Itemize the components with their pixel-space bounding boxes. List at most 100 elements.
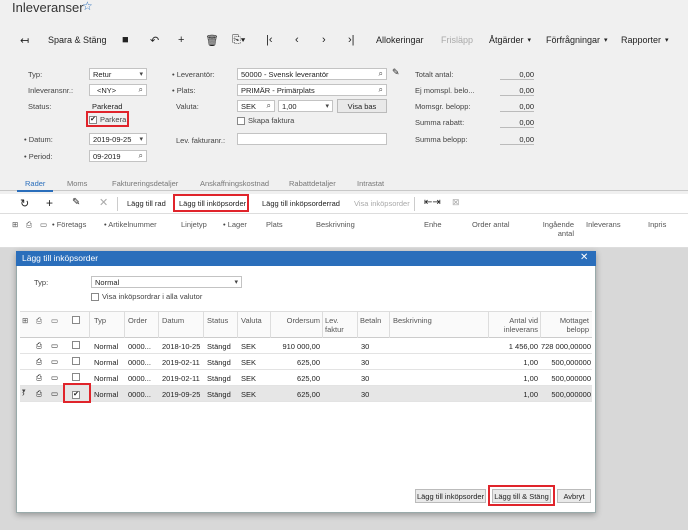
table-row[interactable]: › ⎙ ▭ ✔ Normal 0000... 2019-09-25 Stängd…: [20, 386, 592, 402]
col-description[interactable]: Beskrivning: [316, 220, 355, 229]
fit-columns-icon[interactable]: ⇤⇥: [424, 197, 441, 208]
allocations-button[interactable]: Allokeringar: [376, 30, 424, 50]
show-all-currencies-checkbox[interactable]: Visa inköpsordrar i alla valutor: [91, 292, 202, 301]
view-po-button[interactable]: Visa inköpsorder: [354, 199, 410, 208]
tab-vat[interactable]: Moms: [67, 179, 87, 188]
dcol-order[interactable]: Order: [128, 316, 147, 325]
export-excel-icon[interactable]: ⊠: [452, 197, 460, 208]
note-icon: ▭: [51, 341, 59, 350]
currency-field[interactable]: SEK ⌕: [237, 100, 275, 112]
attachment-icon: ⎙: [26, 220, 32, 229]
row-checkbox[interactable]: [72, 341, 80, 351]
total-qty-label: Totalt antal:: [415, 70, 454, 79]
cancel-button[interactable]: Avbryt: [557, 489, 591, 503]
first-record-icon[interactable]: |‹: [266, 30, 273, 50]
period-field[interactable]: 09-2019 ⌕: [89, 150, 147, 162]
search-icon[interactable]: ⌕: [139, 85, 143, 95]
col-company[interactable]: Företags: [52, 220, 87, 229]
date-picker[interactable]: 2019-09-25: [89, 133, 147, 145]
tab-billing[interactable]: Faktureringsdetaljer: [112, 179, 178, 188]
add-row-icon[interactable]: +: [46, 196, 53, 210]
col-location[interactable]: Plats: [266, 220, 283, 229]
tab-intrastat[interactable]: Intrastat: [357, 179, 384, 188]
total-amount-label: Summa belopp:: [415, 135, 468, 144]
tab-discounts[interactable]: Rabattdetaljer: [289, 179, 336, 188]
col-order-qty[interactable]: Order antal: [472, 220, 510, 229]
col-item[interactable]: Artikelnummer: [104, 220, 156, 229]
reports-menu[interactable]: Rapporter ▾: [621, 30, 669, 50]
dcol-received-qty[interactable]: Antal vid inleverans: [490, 316, 538, 334]
add-po-button[interactable]: Lägg till inköpsorder: [179, 199, 246, 208]
view-base-button[interactable]: Visa bas: [337, 99, 387, 113]
undo-icon[interactable]: ↶: [150, 30, 159, 50]
attachment-icon: ⎙: [36, 316, 42, 325]
create-invoice-checkbox[interactable]: Skapa faktura: [237, 116, 294, 125]
location-field[interactable]: PRIMÄR - Primärplats ⌕: [237, 84, 387, 96]
search-icon[interactable]: ⌕: [139, 151, 143, 161]
add-icon[interactable]: +: [178, 30, 184, 50]
row-checkbox[interactable]: [72, 357, 80, 367]
delete-icon[interactable]: 🗑: [205, 30, 219, 50]
hold-checkbox[interactable]: ✔ Parkera: [89, 115, 126, 124]
dcol-currency[interactable]: Valuta: [241, 316, 269, 325]
favorite-star-icon[interactable]: ☆: [82, 0, 93, 13]
type-label: Typ:: [28, 70, 43, 79]
attachment-icon: ⎙: [36, 357, 42, 366]
dialog-type-select[interactable]: Normal: [91, 276, 242, 288]
dcol-type[interactable]: Typ: [94, 316, 106, 325]
release-button[interactable]: Frisläpp: [441, 30, 473, 50]
vendor-ref-field[interactable]: [237, 133, 387, 145]
col-receipt-qty[interactable]: Ingående antal: [530, 220, 574, 238]
edit-pencil-icon[interactable]: ✎: [392, 67, 400, 78]
save-close-button[interactable]: Spara & Stäng: [48, 30, 107, 50]
next-record-icon[interactable]: ›: [322, 30, 326, 50]
inquiries-menu[interactable]: Förfrågningar ▾: [546, 30, 608, 50]
vendor-ref-label: Lev. fakturanr.:: [176, 136, 226, 145]
col-uom[interactable]: Enhe: [424, 220, 442, 229]
dcol-vendor-ref[interactable]: Lev. faktur: [325, 316, 355, 334]
type-select[interactable]: Retur: [89, 68, 147, 80]
discount-label: Summa rabatt:: [415, 118, 465, 127]
search-icon[interactable]: ⌕: [379, 69, 383, 79]
add-po-line-button[interactable]: Lägg till inköpsorderrad: [262, 199, 340, 208]
search-icon[interactable]: ⌕: [379, 85, 383, 95]
dcol-status[interactable]: Status: [207, 316, 237, 325]
dcol-date[interactable]: Datum: [162, 316, 184, 325]
dcol-total[interactable]: Ordersum: [274, 316, 320, 325]
add-po-dialog-button[interactable]: Lägg till inköpsorder: [415, 489, 486, 503]
refresh-icon[interactable]: ↻: [20, 197, 29, 210]
prev-record-icon[interactable]: ‹: [295, 30, 299, 50]
back-arrow-icon[interactable]: ↤: [20, 30, 29, 50]
copy-paste-icon[interactable]: ⎘▾: [232, 30, 245, 50]
files-icon: ⊞: [22, 316, 29, 325]
note-icon: ▭: [51, 389, 59, 398]
add-close-button[interactable]: Lägg till & Stäng: [492, 489, 551, 503]
dcol-terms[interactable]: Betaln: [360, 316, 386, 325]
table-row[interactable]: ⎙ ▭ Normal 0000... 2019-02-11 Stängd SEK…: [20, 370, 592, 386]
status-value: Parkerad: [92, 102, 123, 111]
save-icon[interactable]: ■: [122, 30, 129, 50]
receipt-nbr-field[interactable]: <NY> ⌕: [89, 84, 147, 96]
col-unit-cost[interactable]: Inpris: [648, 220, 666, 229]
delete-row-icon[interactable]: ✕: [99, 196, 108, 209]
select-all-checkbox[interactable]: [72, 316, 80, 326]
vendor-field[interactable]: 50000 - Svensk leverantör ⌕: [237, 68, 387, 80]
actions-menu[interactable]: Åtgärder ▾: [489, 30, 531, 50]
table-row[interactable]: ⎙ ▭ Normal 0000... 2018-10-25 Stängd SEK…: [20, 338, 592, 354]
tab-landed-cost[interactable]: Anskaffningskostnad: [200, 179, 269, 188]
tab-rows[interactable]: Rader: [16, 179, 55, 192]
search-icon[interactable]: ⌕: [267, 101, 271, 111]
dcol-received-amount[interactable]: Mottaget belopp: [542, 316, 589, 334]
row-checkbox[interactable]: [72, 373, 80, 383]
col-warehouse[interactable]: Lager: [223, 220, 247, 229]
add-row-button[interactable]: Lägg till rad: [127, 199, 166, 208]
rate-select[interactable]: 1,00: [278, 100, 333, 112]
last-record-icon[interactable]: ›|: [348, 30, 355, 50]
col-receipt[interactable]: Inleverans: [586, 220, 621, 229]
dcol-description[interactable]: Beskrivning: [393, 316, 432, 325]
edit-icon[interactable]: ✎: [72, 197, 80, 208]
col-line-type[interactable]: Linjetyp: [181, 220, 207, 229]
close-icon[interactable]: ✕: [580, 252, 588, 263]
table-row[interactable]: ⎙ ▭ Normal 0000... 2019-02-11 Stängd SEK…: [20, 354, 592, 370]
row-checkbox-highlight: [63, 383, 91, 403]
